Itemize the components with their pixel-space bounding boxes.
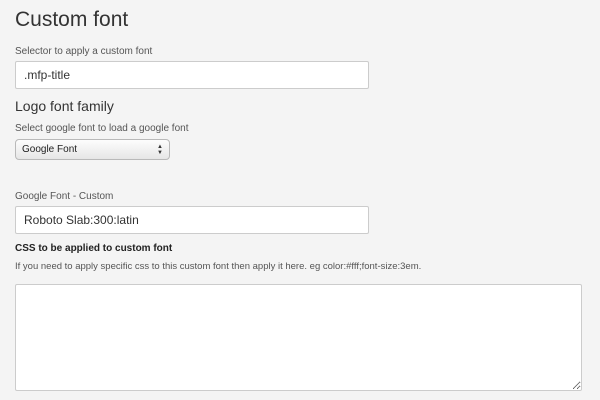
- page-title: Custom font: [15, 8, 129, 31]
- custom-css-label: CSS to be applied to custom font: [15, 243, 173, 254]
- google-font-select-label: Select google font to load a google font: [15, 123, 189, 134]
- google-font-custom-label: Google Font - Custom: [15, 191, 114, 202]
- google-font-select-value: Google Font: [22, 144, 78, 155]
- custom-css-help-text: If you need to apply specific css to thi…: [15, 261, 422, 272]
- google-font-custom-input[interactable]: [15, 206, 369, 234]
- custom-css-textarea[interactable]: [15, 284, 582, 391]
- selector-label: Selector to apply a custom font: [15, 46, 153, 57]
- google-font-select[interactable]: Google Font ▲ ▼: [15, 139, 170, 160]
- selector-input[interactable]: [15, 61, 369, 89]
- logo-font-heading: Logo font family: [15, 98, 114, 114]
- select-up-down-icon: ▲ ▼: [157, 143, 163, 156]
